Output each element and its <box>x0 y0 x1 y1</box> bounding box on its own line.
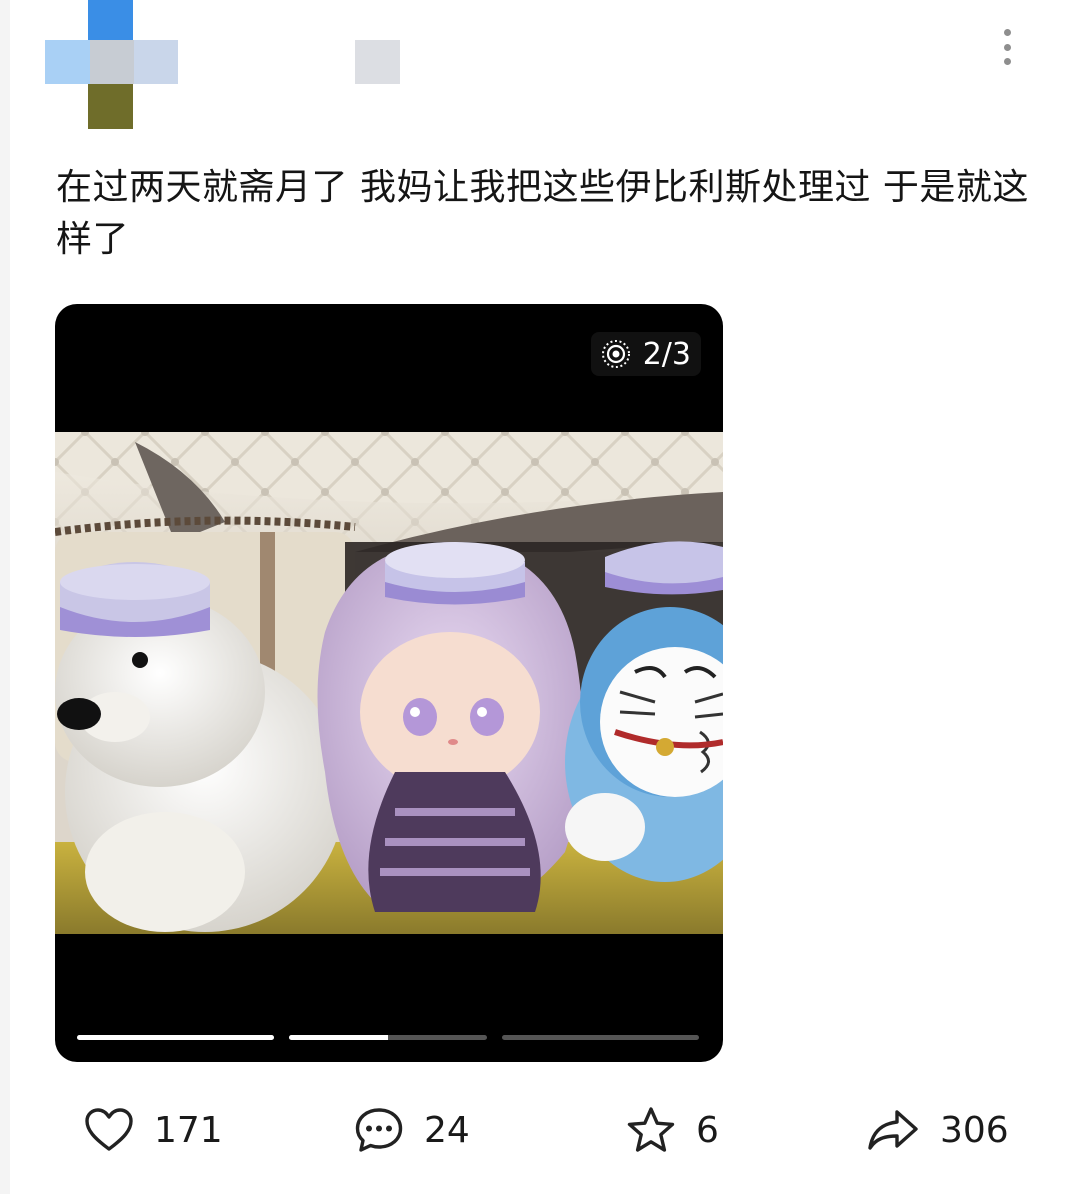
username-redacted[interactable] <box>355 40 400 84</box>
carousel-progress-segment <box>289 1035 487 1040</box>
avatar[interactable] <box>45 0 180 130</box>
avatar-pixel <box>88 0 133 40</box>
favorite-button[interactable]: 6 <box>626 1100 719 1160</box>
post-text: 在过两天就斋月了 我妈让我把这些伊比利斯处理过 于是就这样了 <box>56 167 1029 260</box>
post-media-carousel[interactable]: 2/3 <box>55 304 723 1062</box>
carousel-progress <box>77 1035 699 1040</box>
carousel-progress-fill <box>289 1035 388 1040</box>
heart-icon <box>85 1108 133 1151</box>
more-vertical-icon <box>1003 43 1011 51</box>
comment-icon <box>355 1108 403 1152</box>
carousel-progress-segment <box>501 1035 699 1040</box>
carousel-progress-fill <box>77 1035 275 1040</box>
page-edge <box>0 0 10 1194</box>
avatar-pixel <box>88 84 133 129</box>
like-button[interactable]: 171 <box>84 1100 223 1160</box>
avatar-pixel <box>134 40 178 84</box>
post-photo[interactable] <box>55 432 723 934</box>
comment-count: 24 <box>424 1109 470 1151</box>
favorite-count: 6 <box>696 1109 719 1151</box>
share-icon <box>868 1110 918 1150</box>
more-vertical-icon <box>1003 29 1011 36</box>
share-count: 306 <box>940 1109 1009 1151</box>
avatar-pixel <box>45 40 90 84</box>
live-photo-icon <box>601 340 630 368</box>
action-bar: 171 24 6 306 <box>0 1100 1080 1160</box>
share-button[interactable]: 306 <box>866 1100 1009 1160</box>
star-icon <box>627 1107 675 1152</box>
more-options-button[interactable] <box>990 25 1024 69</box>
image-counter-badge: 2/3 <box>590 332 701 376</box>
avatar-pixel <box>90 40 134 84</box>
like-count: 171 <box>154 1109 223 1151</box>
carousel-progress-segment <box>77 1035 275 1040</box>
comment-button[interactable]: 24 <box>354 1100 470 1160</box>
more-vertical-icon <box>1003 58 1011 65</box>
image-counter-text: 2/3 <box>642 336 691 372</box>
